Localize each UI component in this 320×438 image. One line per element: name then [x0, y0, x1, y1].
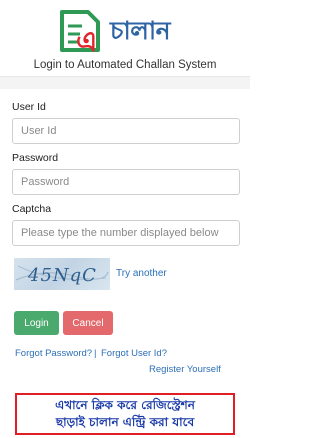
forgot-password-link[interactable]: Forgot Password? [15, 348, 92, 359]
notice-line-1: এখানে ক্লিক করে রেজিস্ট্রেশন [55, 398, 195, 412]
captcha-label: Captcha [12, 203, 52, 215]
forgot-user-id-link[interactable]: Forgot User Id? [101, 348, 167, 359]
logo-letter: এ [76, 25, 97, 58]
captcha-input[interactable] [12, 220, 240, 246]
login-page: এ চালান Login to Automated Challan Syste… [0, 0, 250, 438]
password-input[interactable] [12, 169, 240, 195]
try-another-link[interactable]: Try another [116, 268, 167, 279]
app-logo: এ চালান [58, 8, 198, 60]
user-id-input[interactable] [12, 118, 240, 144]
register-link[interactable]: Register Yourself [149, 364, 221, 375]
guest-entry-notice[interactable]: এখানে ক্লিক করে রেজিস্ট্রেশন ছাড়াই চালা… [15, 393, 235, 435]
captcha-image: 45NqC [14, 258, 110, 290]
page-title: Login to Automated Challan System [33, 59, 217, 71]
header: এ চালান Login to Automated Challan Syste… [0, 0, 250, 76]
logo-text: চালান [110, 16, 171, 45]
user-id-label: User Id [12, 101, 46, 113]
link-separator: | [94, 348, 97, 359]
notice-line-2: ছাড়াই চালান এন্ট্রি করা যাবে [55, 415, 195, 429]
captcha-code: 45NqC [27, 265, 97, 286]
password-label: Password [12, 152, 59, 164]
login-button[interactable]: Login [14, 311, 59, 335]
cancel-button[interactable]: Cancel [63, 311, 113, 335]
header-divider [0, 76, 250, 89]
